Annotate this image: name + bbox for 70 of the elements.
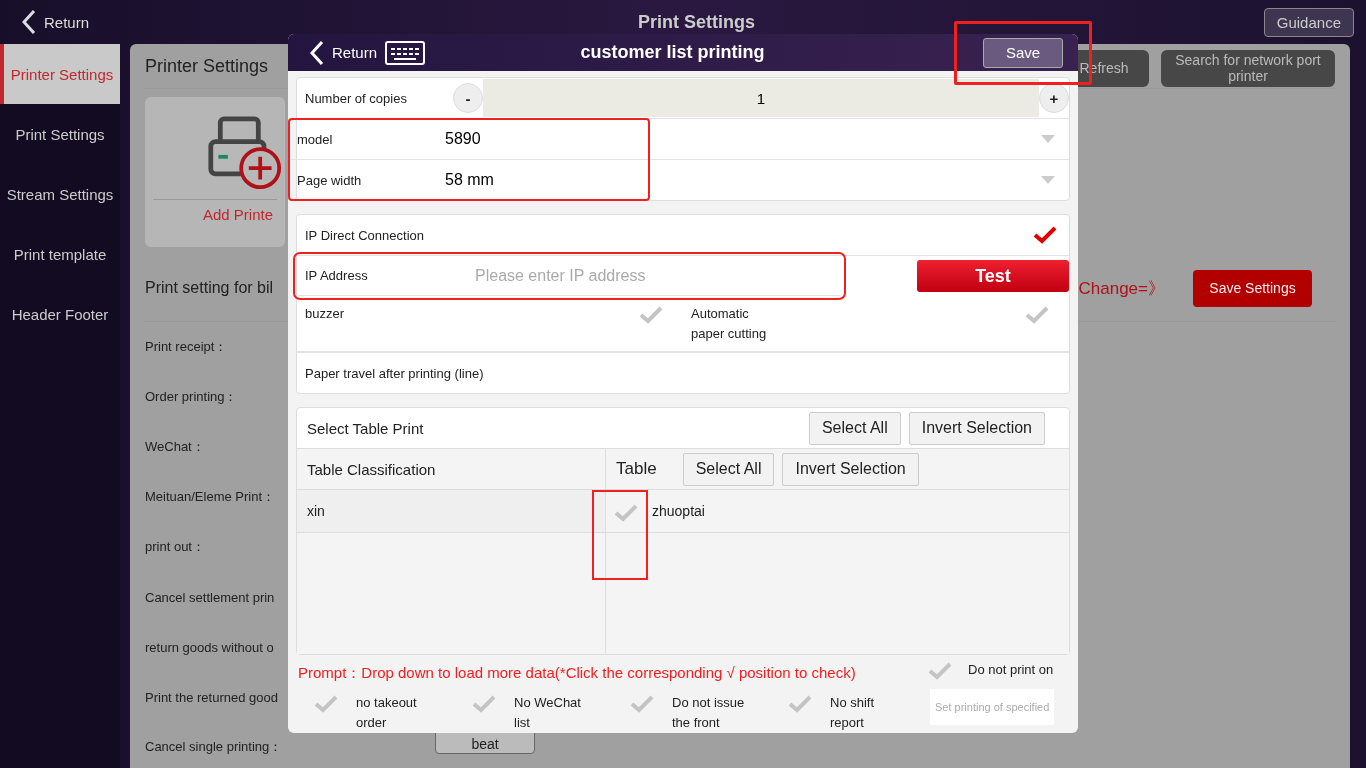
setting-label: WeChat： (145, 438, 206, 456)
save-settings-button[interactable]: Save Settings (1193, 269, 1312, 307)
sidebar-item[interactable]: Printer Settings (0, 44, 120, 104)
setting-label: return goods without o (145, 638, 275, 657)
add-printer-label: Add Printe (153, 199, 277, 223)
section-title: Print setting for bil (145, 279, 274, 297)
option-label: no takeout order (356, 694, 418, 732)
check-icon[interactable] (472, 695, 496, 713)
search-network-button[interactable]: Search for network port printer (1161, 49, 1335, 87)
page-title: Print Settings (637, 11, 755, 33)
check-icon[interactable] (1033, 226, 1057, 244)
caret-icon (1041, 176, 1055, 184)
column-header: Table (616, 459, 657, 479)
check-icon[interactable] (788, 695, 812, 713)
setting-label: Print the returned good (145, 688, 279, 707)
specified-note: Set printing of specified (930, 689, 1055, 725)
check-icon[interactable] (639, 306, 663, 324)
check-icon[interactable] (614, 504, 638, 522)
test-button[interactable]: Test (917, 260, 1069, 292)
printer-add-icon (207, 115, 283, 191)
setting-label: print out： (145, 538, 206, 556)
check-icon[interactable] (928, 662, 952, 680)
check-icon[interactable] (1025, 306, 1049, 324)
decrement-button[interactable]: - (453, 83, 483, 113)
setting-label: Meituan/Eleme Print： (145, 488, 277, 506)
classification-item[interactable]: xin (297, 490, 605, 533)
prompt-text: Prompt：Drop down to load more data(*Click the corresponding √ position to check) (298, 662, 857, 683)
select-field[interactable]: 5890 (445, 130, 1041, 148)
ip-address-field[interactable]: Please enter IP address (473, 265, 777, 286)
invert-selection-button[interactable]: Invert Selection (908, 411, 1045, 445)
select-field[interactable]: 58 mm (445, 171, 1041, 189)
setting-label: Print receipt： (145, 338, 229, 356)
field-label: Automatic paper cutting (691, 305, 768, 343)
save-button[interactable]: Save (983, 37, 1063, 68)
field-label: Paper travel after printing (line) (305, 365, 484, 381)
check-icon[interactable] (314, 695, 338, 713)
dialog-title: customer list printing (579, 42, 766, 63)
option-label: Do not issue the front (672, 694, 746, 732)
field-label: IP Address (305, 268, 369, 283)
sidebar-item[interactable]: Print Settings (0, 104, 120, 164)
field-label: model (297, 131, 334, 147)
field-label: IP Direct Connection (305, 227, 425, 243)
return-button[interactable]: Return (22, 9, 90, 35)
copies-field[interactable]: 1 (483, 79, 1039, 117)
keyboard-icon[interactable] (385, 40, 426, 65)
setting-label: Cancel settlement prin (145, 588, 276, 607)
table-name: zhuoptai (652, 503, 705, 519)
field-label: buzzer (305, 305, 346, 323)
guidance-button[interactable]: Guidance (1263, 7, 1354, 37)
select-all-button[interactable]: Select All (808, 411, 901, 445)
sidebar-item[interactable]: Stream Settings (0, 164, 120, 224)
back-icon (22, 9, 36, 35)
field-label: Page width (297, 172, 363, 188)
sidebar-item[interactable]: Header Footer (0, 284, 120, 344)
increment-button[interactable]: + (1039, 83, 1069, 113)
section-title: Select Table Print (307, 419, 424, 437)
field-label: Number of copies (305, 90, 408, 106)
invert-selection-button[interactable]: Invert Selection (782, 452, 919, 486)
setting-label: Cancel single printing： (145, 738, 284, 756)
panel-title: Printer Settings (145, 55, 269, 77)
sidebar-item[interactable]: Print template (0, 224, 120, 284)
setting-label: Order printing： (145, 388, 239, 406)
select-all-button[interactable]: Select All (682, 452, 775, 486)
back-icon (310, 39, 324, 66)
option-label: No shift report (830, 694, 876, 732)
dialog-return-button[interactable]: Return (310, 39, 378, 66)
caret-icon (1041, 135, 1055, 143)
check-icon[interactable] (630, 695, 654, 713)
column-header: Table Classification (307, 460, 436, 478)
option-label: Do not print on (968, 661, 1054, 679)
